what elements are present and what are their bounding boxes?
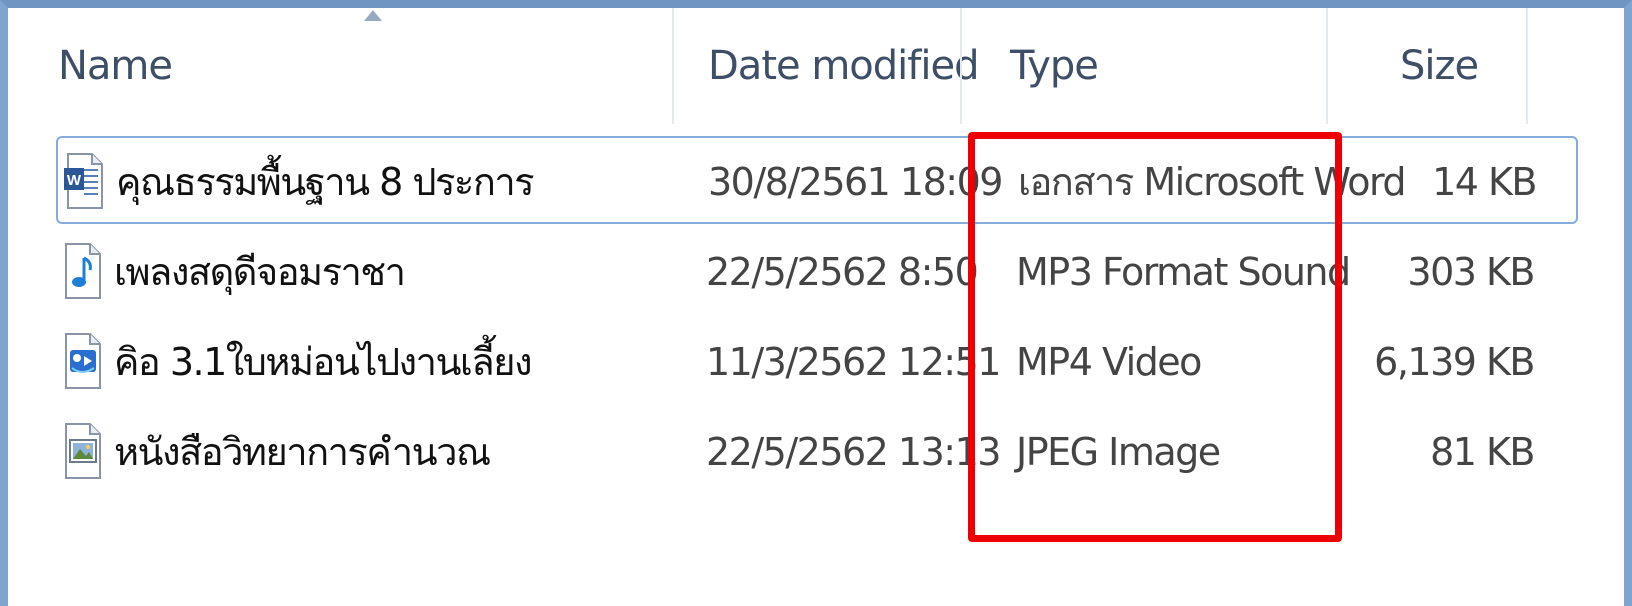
file-size: 81 KB — [1430, 430, 1535, 474]
file-row[interactable]: คิอ 3.1ใบหม่อนไปงานเลี้ยง 11/3/2562 12:5… — [56, 318, 1578, 406]
file-explorer-window: Name Date modified Type Size W คุณธรรมพื… — [0, 0, 1632, 606]
file-date-modified: 30/8/2561 18:09 — [708, 160, 1003, 204]
file-row[interactable]: W คุณธรรมพื้นฐาน 8 ประการ 30/8/2561 18:0… — [56, 136, 1578, 224]
column-header-date-modified[interactable]: Date modified — [700, 8, 1000, 124]
file-date-modified: 22/5/2562 13:13 — [706, 430, 1001, 474]
file-name: คิอ 3.1ใบหม่อนไปงานเลี้ยง — [114, 340, 533, 384]
column-header-name[interactable]: Name — [50, 8, 700, 124]
svg-text:W: W — [67, 172, 82, 189]
file-date-modified: 11/3/2562 12:51 — [706, 340, 1001, 384]
column-header-type[interactable]: Type — [1002, 8, 1392, 124]
file-name: เพลงสดุดีจอมราชา — [114, 250, 406, 294]
column-divider[interactable] — [1526, 8, 1528, 124]
file-size: 14 KB — [1432, 160, 1537, 204]
word-document-icon: W — [64, 152, 104, 210]
column-divider[interactable] — [672, 8, 674, 124]
video-file-icon — [62, 332, 102, 390]
type-column-highlight-box — [968, 132, 1342, 542]
column-divider[interactable] — [1326, 8, 1328, 124]
audio-file-icon — [62, 242, 102, 300]
file-row[interactable]: หนังสือวิทยาการคำนวณ 22/5/2562 13:13 JPE… — [56, 408, 1578, 496]
column-header-row: Name Date modified Type Size — [8, 8, 1624, 124]
file-date-modified: 22/5/2562 8:50 — [706, 250, 979, 294]
file-size: 303 KB — [1407, 250, 1535, 294]
column-divider[interactable] — [960, 8, 962, 124]
column-header-size[interactable]: Size — [1392, 8, 1588, 124]
file-size: 6,139 KB — [1374, 340, 1535, 384]
image-file-icon — [62, 422, 102, 480]
file-name: คุณธรรมพื้นฐาน 8 ประการ — [116, 160, 535, 204]
file-name: หนังสือวิทยาการคำนวณ — [114, 430, 491, 474]
file-row[interactable]: เพลงสดุดีจอมราชา 22/5/2562 8:50 MP3 Form… — [56, 228, 1578, 316]
